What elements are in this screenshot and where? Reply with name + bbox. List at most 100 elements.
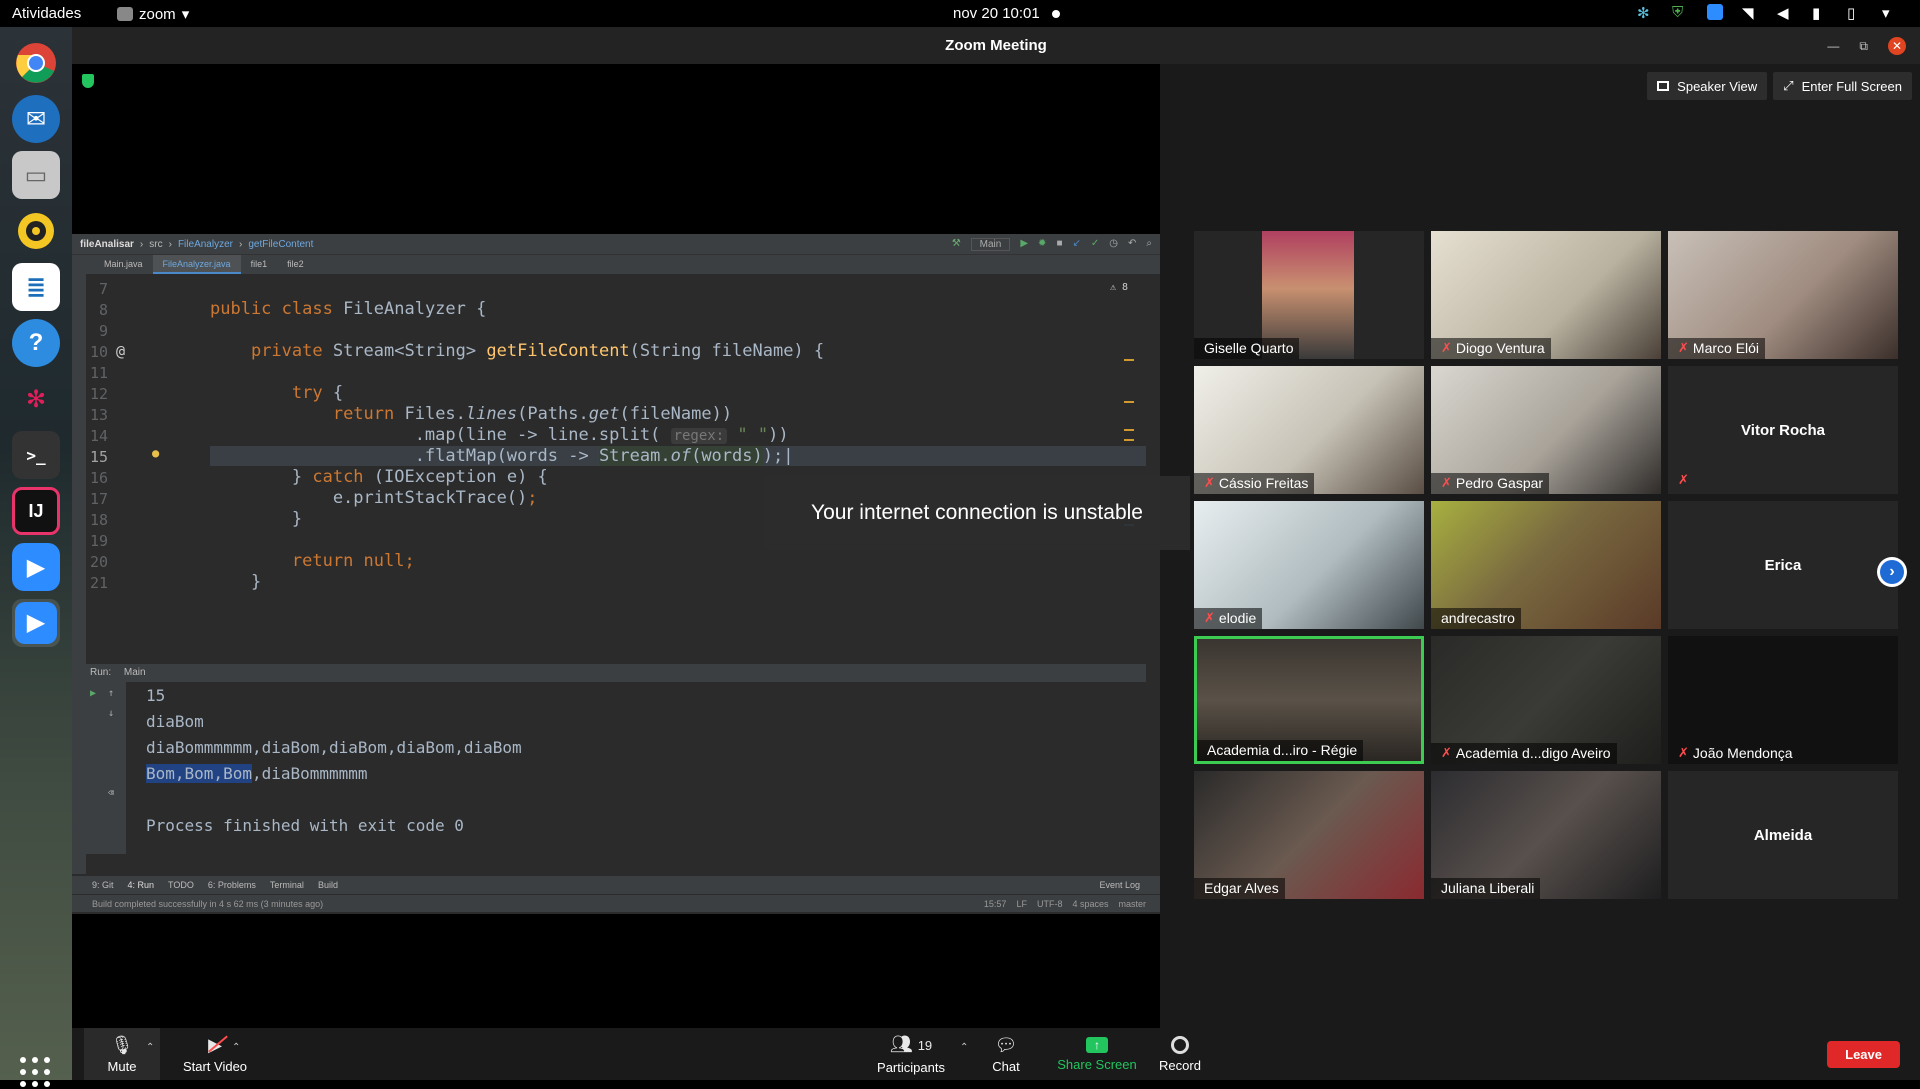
override-gutter-icon[interactable]: @ <box>116 342 125 360</box>
build-icon[interactable]: ⚒ <box>952 238 961 251</box>
indent-setting[interactable]: 4 spaces <box>1072 899 1108 909</box>
caret-position[interactable]: 15:57 <box>984 899 1007 909</box>
participant-tile[interactable]: Juliana Liberali <box>1431 771 1661 899</box>
chevron-down-icon[interactable]: ▾ <box>1882 4 1898 22</box>
participant-tile[interactable]: ✗ Marco Elói <box>1668 231 1898 359</box>
scroll-down-icon[interactable]: ↓ <box>108 708 114 719</box>
participant-tile[interactable]: ✗ João Mendonça <box>1668 636 1898 764</box>
participant-tile[interactable]: ✗ Cássio Freitas <box>1194 366 1424 494</box>
intellij-icon[interactable]: IJ <box>12 487 60 535</box>
participant-tile[interactable]: andrecastro <box>1431 501 1661 629</box>
ide-left-toolwindow-bar[interactable] <box>72 274 86 874</box>
tool-tab-git[interactable]: 9: Git <box>92 880 114 890</box>
writer-icon[interactable]: ≣ <box>12 263 60 311</box>
zoom-tray-icon[interactable] <box>1707 4 1723 20</box>
video-options-chevron-icon[interactable]: ⌃ <box>232 1042 240 1053</box>
error-stripe-marker[interactable] <box>1124 429 1134 431</box>
tool-tab-terminal[interactable]: Terminal <box>270 880 304 890</box>
search-icon[interactable]: ⌕ <box>1146 238 1152 251</box>
tab-file1[interactable]: file1 <box>241 255 278 274</box>
error-stripe-marker[interactable] <box>1124 439 1134 441</box>
lightbulb-icon[interactable]: ● <box>152 446 159 460</box>
tool-tab-build[interactable]: Build <box>318 880 338 890</box>
terminal-icon[interactable]: >_ <box>12 431 60 479</box>
breadcrumb-class[interactable]: FileAnalyzer <box>178 239 233 250</box>
next-page-button[interactable]: › <box>1877 557 1907 587</box>
breadcrumb-src[interactable]: src <box>149 239 162 250</box>
status-message[interactable]: Build completed successfully in 4 s 62 m… <box>92 899 323 909</box>
rhythmbox-icon[interactable] <box>12 207 60 255</box>
participant-tile[interactable]: Erica <box>1668 501 1898 629</box>
error-stripe-marker[interactable] <box>1124 401 1134 403</box>
breadcrumb-project[interactable]: fileAnalisar <box>80 239 134 250</box>
chat-button[interactable]: 💬︎ Chat <box>976 1028 1036 1080</box>
run-console[interactable]: ▶ ↑ ↓ ⌫ 15 diaBom diaBommmmmm,diaBom,dia… <box>86 682 1146 854</box>
breadcrumb-method[interactable]: getFileContent <box>248 239 313 250</box>
audio-options-chevron-icon[interactable]: ⌃ <box>146 1042 154 1053</box>
undo-icon[interactable]: ↶ <box>1128 238 1136 251</box>
scroll-up-icon[interactable]: ↑ <box>108 688 114 699</box>
participant-tile[interactable]: Giselle Quarto <box>1194 231 1424 359</box>
participant-tile[interactable]: ✗ Diogo Ventura <box>1431 231 1661 359</box>
enter-full-screen-button[interactable]: ⤢ Enter Full Screen <box>1773 72 1912 100</box>
git-branch[interactable]: master <box>1118 899 1146 909</box>
git-update-icon[interactable]: ↙ <box>1072 238 1080 251</box>
participant-tile[interactable]: Almeida <box>1668 771 1898 899</box>
help-icon[interactable]: ? <box>12 319 60 367</box>
debug-icon[interactable]: ✹ <box>1038 238 1046 251</box>
run-config-select[interactable]: Main <box>970 237 1011 251</box>
file-encoding[interactable]: UTF-8 <box>1037 899 1063 909</box>
mute-button[interactable]: 🎙︎ Mute <box>84 1028 160 1080</box>
encryption-shield-icon[interactable] <box>82 74 94 88</box>
start-video-button[interactable]: ▶ Start Video <box>170 1028 260 1080</box>
app-menu[interactable]: zoom ▾ <box>117 5 189 23</box>
zoom-running-icon[interactable]: ▶ <box>12 599 60 647</box>
trash-icon[interactable]: ⌫ <box>108 788 114 799</box>
record-button[interactable]: Record <box>1150 1028 1210 1080</box>
stop-icon[interactable]: ■ <box>1056 238 1062 251</box>
speaker-view-button[interactable]: Speaker View <box>1647 72 1768 100</box>
share-screen-button[interactable]: ↑ Share Screen <box>1052 1028 1142 1080</box>
show-applications-icon[interactable] <box>20 1057 52 1089</box>
maximize-icon[interactable]: ⧉ <box>1859 39 1868 54</box>
tool-tab-todo[interactable]: TODO <box>168 880 194 890</box>
shield-tray-icon[interactable]: ⛨ <box>1672 4 1688 21</box>
inspection-warnings[interactable]: ⚠ 8 <box>1110 282 1128 293</box>
event-log-tab[interactable]: Event Log <box>1099 880 1160 890</box>
battery-icon[interactable]: ▯ <box>1847 4 1863 22</box>
tab-fileanalyzer-java[interactable]: FileAnalyzer.java <box>152 255 241 274</box>
participant-tile[interactable]: Vitor Rocha ✗ <box>1668 366 1898 494</box>
files-icon[interactable]: ▭ <box>12 151 60 199</box>
chrome-icon[interactable] <box>12 39 60 87</box>
clock[interactable]: nov 20 10:01 <box>953 5 1060 22</box>
microphone-icon[interactable]: ▮ <box>1812 4 1828 22</box>
participant-tile[interactable]: Edgar Alves <box>1194 771 1424 899</box>
git-commit-icon[interactable]: ✓ <box>1091 238 1099 251</box>
slack-tray-icon[interactable]: ✻ <box>1637 4 1653 22</box>
minimize-icon[interactable]: — <box>1827 39 1839 53</box>
participant-tile[interactable]: ✗ elodie <box>1194 501 1424 629</box>
tab-main-java[interactable]: Main.java <box>94 255 153 274</box>
code-editor[interactable]: ⚠ 8 7 8 9 10 11 12 13 14 15 16 17 18 19 … <box>86 274 1146 662</box>
participant-tile[interactable]: ✗ Pedro Gaspar <box>1431 366 1661 494</box>
rerun-icon[interactable]: ▶ <box>90 688 96 699</box>
history-icon[interactable]: ◷ <box>1109 238 1118 251</box>
slack-icon[interactable]: ✻ <box>12 375 60 423</box>
thunderbird-icon[interactable]: ✉ <box>12 95 60 143</box>
zoom-icon[interactable]: ▶ <box>12 543 60 591</box>
close-icon[interactable]: ✕ <box>1888 37 1906 55</box>
activities-button[interactable]: Atividades <box>12 5 81 22</box>
participants-button[interactable]: 👥︎ 19 Participants <box>866 1028 956 1080</box>
run-icon[interactable]: ▶ <box>1020 238 1028 251</box>
tool-tab-run[interactable]: 4: Run <box>128 880 155 890</box>
run-tab-main[interactable]: Main <box>124 667 146 678</box>
tab-file2[interactable]: file2 <box>277 255 314 274</box>
line-separator[interactable]: LF <box>1016 899 1027 909</box>
error-stripe-marker[interactable] <box>1124 359 1134 361</box>
leave-button[interactable]: Leave <box>1827 1041 1900 1068</box>
volume-icon[interactable]: ◀ <box>1777 4 1793 22</box>
wifi-icon[interactable]: ◥ <box>1742 4 1758 22</box>
tool-tab-problems[interactable]: 6: Problems <box>208 880 256 890</box>
participant-tile-active-speaker[interactable]: Academia d...iro - Régie <box>1194 636 1424 764</box>
participant-tile[interactable]: ✗ Academia d...digo Aveiro <box>1431 636 1661 764</box>
